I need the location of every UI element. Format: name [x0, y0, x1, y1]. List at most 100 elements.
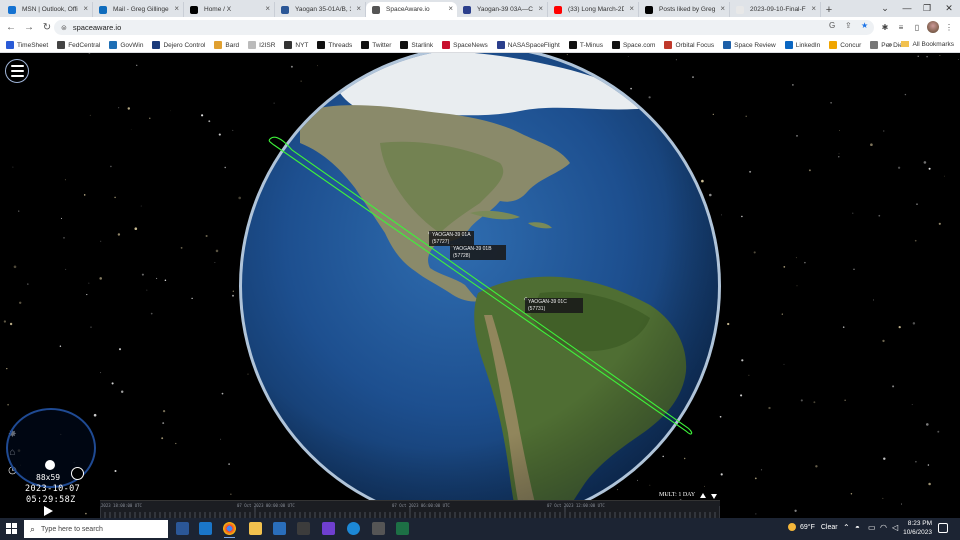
tab-search-icon[interactable]: ⌄ [874, 1, 896, 15]
outlook-app-icon[interactable] [176, 522, 189, 535]
star [230, 493, 232, 495]
start-button[interactable] [6, 523, 18, 535]
share-icon[interactable]: ⇪ [845, 21, 852, 30]
bookmark-item[interactable]: NASASpaceFlight [496, 41, 560, 49]
timeline[interactable]: 2023 18:00:00 UTC 07 Oct 2023 00:00:00 U… [100, 500, 720, 519]
bookmark-item[interactable]: SpaceNews [442, 41, 488, 49]
bookmark-item[interactable]: Dejero Control [152, 41, 205, 49]
tab-close-icon[interactable]: × [629, 4, 634, 13]
bookmark-item[interactable]: Space Review [723, 41, 776, 49]
sticky-app-icon[interactable] [199, 522, 212, 535]
mail-app-icon[interactable] [273, 522, 286, 535]
tab-close-icon[interactable]: × [720, 4, 725, 13]
minimize-button[interactable]: — [896, 1, 918, 15]
browser-tab[interactable]: MSN | Outlook, Office, × [2, 2, 93, 17]
taskbar-time[interactable]: 8:23 PM [906, 520, 932, 527]
weather-widget[interactable]: 69°F Clear [788, 523, 838, 531]
browser-tab[interactable]: Yaogan-39 03A—C - G × [457, 2, 548, 17]
teams-app-icon[interactable] [322, 522, 335, 535]
new-tab-button[interactable]: + [821, 2, 837, 17]
globe-shading [242, 53, 718, 518]
bookmark-item[interactable]: Orbital Focus [664, 41, 714, 49]
star [928, 482, 931, 486]
bookmark-item[interactable]: FedCentral [57, 41, 100, 49]
tray-chevron-icon[interactable]: ⌃ [843, 523, 850, 532]
star [937, 430, 940, 433]
wifi-icon[interactable]: ◠ [880, 523, 887, 532]
globe-viewport[interactable] [0, 53, 960, 518]
bookmark-item[interactable]: T-Minus [568, 41, 603, 49]
more-bookmarks-icon[interactable]: » [888, 40, 892, 49]
profile-avatar[interactable] [927, 21, 939, 33]
bookmark-item[interactable]: Bard [214, 41, 239, 49]
bookmark-item[interactable]: Threads [317, 41, 352, 49]
close-window-button[interactable]: ✕ [938, 1, 960, 15]
menu-button[interactable] [5, 59, 29, 83]
tab-close-icon[interactable]: × [83, 4, 88, 13]
bookmark-item[interactable]: Twitter [361, 41, 391, 49]
tab-close-icon[interactable]: × [174, 4, 179, 13]
bookmark-item[interactable]: NYT [284, 41, 308, 49]
tab-close-icon[interactable]: × [811, 4, 816, 13]
network-icon[interactable]: ▭ [868, 523, 876, 532]
chrome-app-icon[interactable] [223, 522, 236, 538]
satellite-label-01b[interactable]: YAOGAN-39 01B (57728) [450, 245, 506, 260]
edge-app-icon[interactable] [347, 522, 360, 535]
bookmark-star-icon[interactable]: ★ [861, 21, 868, 30]
space-scene[interactable] [0, 53, 960, 518]
back-button[interactable]: ← [4, 21, 18, 35]
star [110, 165, 112, 168]
browser-tab[interactable]: 2023-09-10-Final-Fro × [730, 2, 821, 17]
forward-button[interactable]: → [22, 21, 36, 35]
time-dial-knob[interactable] [45, 460, 55, 470]
tab-close-icon[interactable]: × [265, 4, 270, 13]
reading-list-icon[interactable]: ≡ [894, 20, 908, 34]
notification-icon[interactable] [938, 523, 948, 533]
star [88, 282, 90, 284]
file-explorer-icon[interactable] [249, 522, 262, 535]
browser-menu-icon[interactable]: ⋮ [942, 20, 956, 34]
taskbar-date[interactable]: 10/6/2023 [903, 529, 932, 536]
time-dial-handle[interactable] [71, 467, 84, 480]
bookmark-item[interactable]: Starlink [400, 41, 433, 49]
tab-close-icon[interactable]: × [538, 4, 543, 13]
snipping-tool-icon[interactable] [372, 522, 385, 535]
star [911, 404, 913, 406]
site-info-icon[interactable]: ⊜ [61, 24, 67, 32]
rate-down-icon[interactable] [711, 494, 717, 499]
browser-tab[interactable]: (33) Long March-2D × [548, 2, 639, 17]
bookmark-item[interactable]: TimeSheet [6, 41, 48, 49]
star [883, 130, 885, 132]
bookmark-item[interactable]: I2ISR [248, 41, 275, 49]
star [648, 96, 651, 99]
satellite-label-01c[interactable]: YAOGAN-39 01C (57731) [525, 298, 583, 313]
satellite-label-01a[interactable]: YAOGAN-39 01A (57727) [429, 231, 474, 246]
browser-tab[interactable]: Home / X × [184, 2, 275, 17]
browser-tab[interactable]: Mail - Greg Gillinger | × [93, 2, 184, 17]
extensions-icon[interactable]: ✱ [878, 20, 892, 34]
bookmark-item[interactable]: GovWin [109, 41, 143, 49]
address-bar[interactable]: ⊜ spaceaware.io [54, 20, 874, 35]
all-bookmarks-button[interactable]: All Bookmarks [901, 41, 954, 48]
tab-close-icon[interactable]: × [356, 4, 361, 13]
rate-up-icon[interactable] [700, 493, 706, 498]
browser-tab[interactable]: SpaceAware.io × [366, 2, 457, 17]
browser-tab[interactable]: Posts liked by Greg G × [639, 2, 730, 17]
star [939, 54, 941, 56]
calculator-icon[interactable] [297, 522, 310, 535]
bookmark-item[interactable]: Space.com [611, 41, 655, 49]
restore-button[interactable]: ❐ [916, 1, 938, 15]
volume-icon[interactable]: ◁ [892, 523, 898, 532]
google-lens-icon[interactable]: G [829, 21, 835, 30]
taskbar-search[interactable]: ⌕ Type here to search [24, 520, 168, 538]
browser-tab[interactable]: Yaogan 35-01A/B, 35- × [275, 2, 366, 17]
play-button[interactable] [44, 506, 53, 516]
bookmark-item[interactable]: LinkedIn [784, 41, 820, 49]
excel-app-icon[interactable] [396, 522, 409, 535]
reload-button[interactable]: ↻ [40, 21, 54, 35]
bookmark-item[interactable]: Concur [829, 41, 861, 49]
tab-close-icon[interactable]: × [448, 4, 453, 13]
meet-icon[interactable]: ◓ [855, 523, 860, 532]
side-panel-icon[interactable]: ▯ [910, 20, 924, 34]
bookmark-favicon-icon [829, 41, 838, 49]
